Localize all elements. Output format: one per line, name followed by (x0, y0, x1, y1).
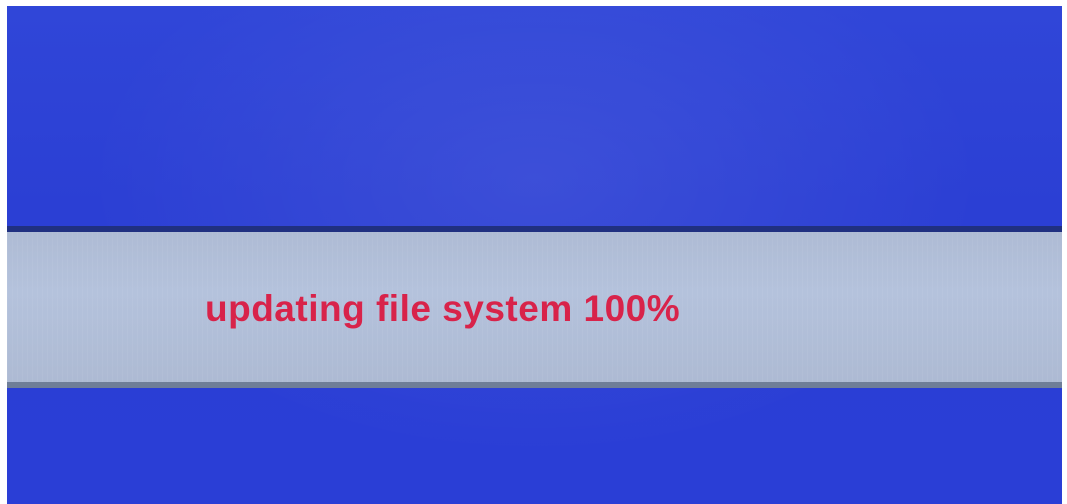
tv-screen: updating file system 100% (7, 6, 1062, 504)
update-status-message: updating file system 100% (205, 288, 681, 329)
status-banner: updating file system 100% (7, 226, 1062, 388)
